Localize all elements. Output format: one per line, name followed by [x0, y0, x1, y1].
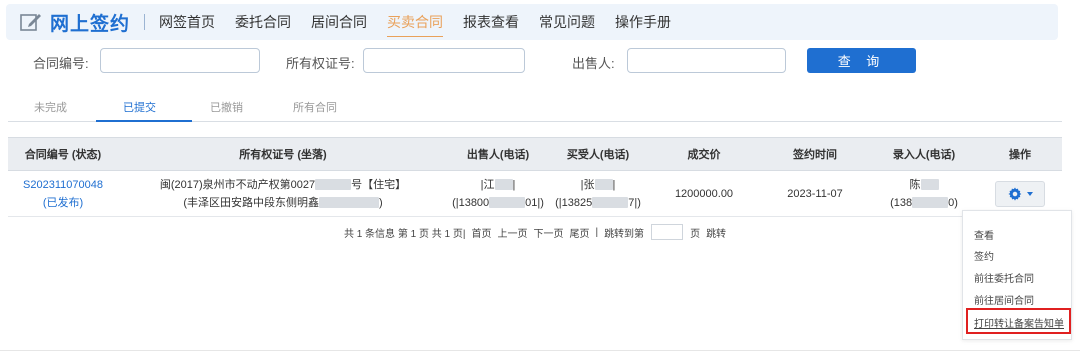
nav-item-home[interactable]: 网签首页	[159, 12, 215, 32]
ownership-cert-cell: 闽(2017)泉州市不动产权第0027 号【住宅】 (丰泽区田安路中段东侧明鑫)	[118, 176, 448, 212]
contracts-table: 合同编号 (状态) 所有权证号 (坐落) 出售人(电话) 买受人(电话) 成交价…	[8, 137, 1062, 247]
col-actions: 操作	[1009, 149, 1031, 161]
entry-name: 陈	[909, 178, 921, 191]
menu-item-sign[interactable]: 签约	[974, 248, 994, 263]
redacted-mask	[920, 179, 939, 191]
actions-dropdown-menu: 查看 签约 前往委托合同 前往居间合同 打印转让备案告知单	[962, 210, 1072, 340]
buyer-phone: (|13825	[555, 196, 593, 209]
contract-no-input[interactable]	[100, 48, 260, 73]
redacted-mask	[592, 197, 629, 209]
redacted-mask	[494, 179, 513, 191]
menu-item-go-intermediary-contract[interactable]: 前往居间合同	[974, 292, 1034, 307]
col-ownership-cert: 所有权证号 (坐落)	[239, 149, 327, 161]
cert-line1-a: 闽(2017)泉州市不动产权第0027	[159, 178, 316, 191]
brand: 网上签约	[20, 9, 130, 36]
pager-divider: |	[595, 226, 599, 238]
contract-no-cell: S202311070048 (已发布)	[8, 176, 118, 212]
pagination: 共 1 条信息 第 1 页 共 1 页| 首页 上一页 下一页 尾页 | 跳转到…	[8, 217, 1062, 247]
col-sign-date: 签约时间	[793, 149, 837, 161]
sign-date-cell: 2023-11-07	[787, 187, 843, 200]
ownership-cert-label: 所有权证号:	[286, 56, 355, 71]
ownership-cert-input[interactable]	[363, 48, 525, 73]
col-buyer: 买受人(电话)	[566, 149, 630, 161]
search-bar: 合同编号: 所有权证号: 出售人: 查 询	[0, 48, 1080, 74]
highlight-box	[966, 308, 1071, 334]
table-row: S202311070048 (已发布) 闽(2017)泉州市不动产权第0027 号…	[8, 171, 1062, 217]
buyer-phone-end: 7|)	[628, 196, 641, 209]
cert-line1-b: 号【住宅】	[351, 178, 407, 191]
brand-title: 网上签约	[50, 13, 131, 35]
seller-input[interactable]	[627, 48, 786, 73]
tab-revoked[interactable]: 已撤销	[210, 99, 243, 115]
nav-item-entrust-contract[interactable]: 委托合同	[235, 12, 291, 32]
redacted-mask	[315, 179, 352, 191]
col-entry-person: 录入人(电话)	[892, 149, 956, 161]
active-tab-indicator	[96, 120, 192, 122]
price-cell: 1200000.00	[674, 187, 734, 200]
pager-first[interactable]: 首页	[471, 225, 491, 240]
redacted-mask	[319, 197, 379, 209]
redacted-mask	[489, 197, 526, 209]
page-jump-input[interactable]	[651, 224, 684, 240]
contract-status: (已发布)	[42, 196, 84, 209]
actions-cell	[978, 180, 1062, 207]
tab-all-contracts[interactable]: 所有合同	[293, 99, 337, 115]
query-button[interactable]: 查 询	[807, 48, 916, 73]
entry-person-cell: 陈 (138 0)	[870, 176, 978, 212]
buyer-name-end: |	[612, 178, 616, 191]
cert-line2-a: (丰泽区田安路中段东侧明鑫	[183, 196, 319, 209]
pager-page-unit: 页	[690, 228, 701, 240]
pager-summary: 共 1 条信息 第 1 页 共 1 页|	[343, 228, 466, 240]
seller-phone-end: 01|)	[525, 196, 544, 209]
seller-label: 出售人:	[572, 56, 615, 71]
edit-icon	[20, 14, 41, 31]
buyer-cell: |张 | (|13825 7|)	[548, 176, 648, 212]
nav-item-sales-contract[interactable]: 买卖合同	[387, 12, 444, 37]
nav-item-intermediary-contract[interactable]: 居间合同	[311, 12, 367, 32]
entry-phone: (138	[890, 196, 913, 209]
status-tabs: 未完成 已提交 已撤销 所有合同	[8, 96, 1062, 122]
pager-next[interactable]: 下一页	[533, 225, 563, 240]
nav-item-manual[interactable]: 操作手册	[615, 12, 671, 32]
top-navbar: 网上签约 网签首页 委托合同 居间合同 买卖合同 报表查看 常见问题 操作手册	[6, 4, 1058, 40]
tab-submitted[interactable]: 已提交	[123, 99, 156, 115]
entry-phone-end: 0)	[948, 196, 958, 209]
pager-last[interactable]: 尾页	[569, 225, 589, 240]
contract-no-label: 合同编号:	[33, 56, 89, 71]
contract-no[interactable]: S202311070048	[8, 176, 118, 194]
pager-jump-label: 跳转到第	[604, 228, 645, 240]
seller-cell: |江 | (|13800 01|)	[448, 176, 548, 212]
nav-item-reports[interactable]: 报表查看	[463, 12, 519, 32]
redacted-mask	[594, 179, 613, 191]
col-price: 成交价	[687, 149, 721, 161]
buyer-name: |张	[580, 178, 595, 191]
divider	[0, 350, 1080, 351]
brand-divider	[144, 14, 146, 30]
actions-dropdown-button[interactable]	[995, 180, 1045, 207]
pager-jump-button[interactable]: 跳转	[706, 225, 726, 240]
col-contract-no: 合同编号 (状态)	[24, 149, 102, 161]
menu-item-view[interactable]: 查看	[974, 227, 994, 242]
cert-line2-b: )	[379, 196, 383, 209]
menu-item-go-entrust-contract[interactable]: 前往委托合同	[974, 270, 1034, 285]
nav-item-faq[interactable]: 常见问题	[539, 12, 595, 32]
col-seller: 出售人(电话)	[466, 149, 530, 161]
page: 网上签约 网签首页 委托合同 居间合同 买卖合同 报表查看 常见问题 操作手册 …	[0, 0, 1080, 352]
tab-incomplete[interactable]: 未完成	[34, 99, 67, 115]
redacted-mask	[912, 197, 949, 209]
seller-phone: (|13800	[452, 196, 490, 209]
seller-name: |江	[480, 178, 495, 191]
pager-prev[interactable]: 上一页	[497, 225, 527, 240]
seller-name-end: |	[512, 178, 516, 191]
table-header: 合同编号 (状态) 所有权证号 (坐落) 出售人(电话) 买受人(电话) 成交价…	[8, 137, 1062, 171]
chevron-down-icon	[1026, 191, 1033, 196]
gear-icon	[1007, 186, 1021, 201]
